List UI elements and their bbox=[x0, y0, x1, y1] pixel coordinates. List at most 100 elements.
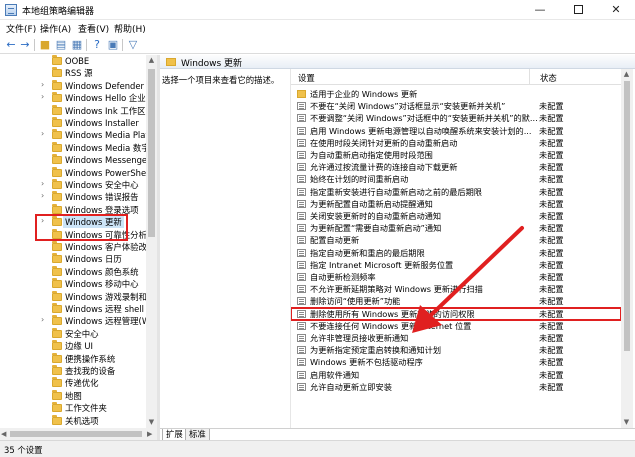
tree-item[interactable]: Windows 日历 bbox=[0, 253, 146, 265]
show-hide-icon[interactable]: ▣ bbox=[106, 38, 120, 52]
tree-item[interactable]: 查找我的设备 bbox=[0, 365, 146, 377]
setting-row[interactable]: 不要调整“关闭 Windows”对话框中的“安装更新并关机”的默... 未配置 bbox=[291, 112, 621, 124]
scroll-down-icon[interactable]: ▼ bbox=[621, 417, 632, 428]
pane-splitter[interactable] bbox=[157, 55, 160, 440]
setting-row[interactable]: 删除使用所有 Windows 更新功能的访问权限 未配置 bbox=[291, 306, 621, 321]
scroll-down-icon[interactable]: ▼ bbox=[146, 417, 157, 428]
tree-item[interactable]: Windows Ink 工作区 bbox=[0, 104, 146, 117]
setting-row[interactable]: 删除访问“使用更新”功能 未配置 bbox=[291, 295, 621, 307]
tree-item[interactable]: 传递优化 bbox=[0, 377, 146, 389]
tree-item[interactable]: › Windows Defender Sm bbox=[0, 79, 157, 92]
tree-item[interactable]: RSS 源 bbox=[0, 67, 146, 79]
scroll-right-icon[interactable]: ▶ bbox=[147, 428, 152, 440]
chevron-right-icon[interactable]: › bbox=[41, 80, 44, 89]
forward-arrow-icon[interactable]: → bbox=[18, 38, 32, 52]
chevron-right-icon[interactable]: › bbox=[41, 92, 44, 101]
scroll-up-icon[interactable]: ▲ bbox=[621, 69, 632, 80]
column-state[interactable]: 状态 bbox=[540, 72, 557, 84]
minimize-button[interactable]: — bbox=[521, 0, 559, 20]
setting-row[interactable]: Windows 更新不包括驱动程序 未配置 bbox=[291, 356, 621, 368]
policy-tree[interactable]: OOBE RSS 源 › Windows Defender Sm › Windows He… bbox=[0, 55, 157, 428]
setting-row[interactable]: 允许通过按流量计费的连接自动下载更新 未配置 bbox=[291, 161, 621, 173]
tree-item[interactable]: 便携操作系统 bbox=[0, 352, 146, 365]
tree-item[interactable]: Windows Messenger bbox=[0, 154, 151, 166]
tree-item[interactable]: Windows 远程 shell bbox=[0, 303, 146, 315]
tree-item[interactable]: 工作文件夹 bbox=[0, 402, 146, 414]
tree-item[interactable]: 安全中心 bbox=[0, 327, 146, 340]
setting-state: 未配置 bbox=[539, 308, 564, 319]
tree-item[interactable]: 地图 bbox=[0, 389, 146, 402]
column-setting[interactable]: 设置 bbox=[298, 72, 315, 84]
tree-item[interactable]: Windows Media 数字 bbox=[0, 141, 150, 154]
setting-state: 未配置 bbox=[539, 235, 564, 246]
tree-item[interactable]: Windows 客户体验改善 bbox=[0, 241, 155, 253]
setting-row[interactable]: 自动更新检测频率 未配置 bbox=[291, 271, 621, 283]
setting-row[interactable]: 不允许更新延期策略对 Windows 更新进行扫描 未配置 bbox=[291, 283, 621, 295]
tree-item[interactable]: › Windows 安全中心 bbox=[0, 179, 146, 191]
folder-icon bbox=[52, 315, 62, 326]
chevron-right-icon[interactable]: › bbox=[41, 129, 44, 138]
back-arrow-icon[interactable]: ← bbox=[4, 38, 18, 52]
setting-row[interactable]: 指定 Intranet Microsoft 更新服务位置 未配置 bbox=[291, 259, 621, 271]
tree-horizontal-scrollbar[interactable]: ◀ ▶ bbox=[0, 428, 157, 440]
scroll-up-icon[interactable]: ▲ bbox=[146, 55, 157, 66]
chevron-right-icon[interactable]: › bbox=[41, 315, 44, 324]
help-icon[interactable]: ? bbox=[90, 38, 104, 52]
setting-row[interactable]: 为更新配置自动重新启动提醒通知 未配置 bbox=[291, 198, 621, 210]
tree-item[interactable]: Windows 游戏录制和广 bbox=[0, 290, 155, 303]
setting-row[interactable]: 允许非管理员接收更新通知 未配置 bbox=[291, 332, 621, 344]
scrollbar-thumb[interactable] bbox=[148, 69, 155, 237]
menu-help[interactable]: 帮助(H) bbox=[114, 22, 146, 35]
setting-row[interactable]: 不要在“关闭 Windows”对话框显示“安装更新并关机” 未配置 bbox=[291, 100, 621, 112]
properties-icon[interactable]: ▦ bbox=[70, 38, 84, 52]
menu-action[interactable]: 操作(A) bbox=[40, 22, 71, 35]
setting-name: 启用 Windows 更新电源管理以自动唤醒系统来安装计划的... bbox=[310, 125, 532, 136]
tree-item[interactable]: Windows 移动中心 bbox=[0, 278, 146, 290]
tree-item[interactable]: Windows Installer bbox=[0, 117, 146, 129]
tree-item[interactable]: 边缘 UI bbox=[0, 340, 146, 352]
setting-row[interactable]: 指定重新安装进行自动重新启动之前的最后期限 未配置 bbox=[291, 186, 621, 198]
scroll-left-icon[interactable]: ◀ bbox=[1, 428, 6, 440]
setting-row[interactable]: 不要连接任何 Windows 更新 Internet 位置 未配置 bbox=[291, 320, 621, 332]
setting-row[interactable]: 适用于企业的 Windows 更新 bbox=[291, 88, 621, 100]
setting-row[interactable]: 启用 Windows 更新电源管理以自动唤醒系统来安装计划的... 未配置 bbox=[291, 125, 621, 137]
tree-item[interactable]: Windows 颜色系统 bbox=[0, 265, 146, 278]
setting-row[interactable]: 关闭安装更新时的自动重新启动通知 未配置 bbox=[291, 210, 621, 222]
setting-row[interactable]: 为更新指定预定重启转换和通知计划 未配置 bbox=[291, 344, 621, 356]
setting-row[interactable]: 为自动重新启动指定使用时段范围 未配置 bbox=[291, 149, 621, 161]
chevron-right-icon[interactable]: › bbox=[41, 179, 44, 188]
setting-row[interactable]: 为更新配置“需要自动重新启动”通知 未配置 bbox=[291, 222, 621, 234]
policy-setting-icon bbox=[297, 212, 306, 220]
column-header: 设置 状态 bbox=[291, 69, 621, 85]
tree-item[interactable]: 关机选项 bbox=[0, 414, 146, 427]
tree-item[interactable]: › Windows Media Playe bbox=[0, 129, 155, 141]
setting-row[interactable]: 启用软件通知 未配置 bbox=[291, 369, 621, 381]
setting-row[interactable]: 指定自动更新和重启的最后期限 未配置 bbox=[291, 247, 621, 259]
setting-row[interactable]: 始终在计划的时间重新启动 未配置 bbox=[291, 173, 621, 185]
tree-item-label: Windows 错误报告 bbox=[65, 192, 139, 203]
menu-file[interactable]: 文件(F) bbox=[6, 22, 36, 35]
tree-item[interactable]: › Windows Hello 企业版 bbox=[0, 92, 154, 104]
setting-row[interactable]: 在使用时段关闭针对更新的自动重新启动 未配置 bbox=[291, 137, 621, 149]
show-tree-icon[interactable]: ▤ bbox=[54, 38, 68, 52]
tree-item[interactable]: › Windows 远程管理(Wi bbox=[0, 315, 152, 327]
folder-up-icon[interactable]: ■ bbox=[38, 38, 52, 52]
scrollbar-thumb[interactable] bbox=[624, 81, 630, 351]
menu-view[interactable]: 查看(V) bbox=[78, 22, 109, 35]
tree-item[interactable]: Windows PowerShell bbox=[0, 166, 151, 179]
tree-item[interactable]: OOBE bbox=[0, 55, 146, 67]
chevron-right-icon[interactable]: › bbox=[41, 191, 44, 200]
close-button[interactable]: ✕ bbox=[597, 0, 635, 20]
list-vertical-scrollbar[interactable]: ▲ ▼ bbox=[621, 69, 633, 428]
policy-setting-icon bbox=[297, 273, 306, 281]
menu-bar: 文件(F) 操作(A) 查看(V) 帮助(H) bbox=[0, 20, 635, 36]
maximize-button[interactable] bbox=[559, 0, 597, 20]
column-separator[interactable] bbox=[529, 69, 530, 84]
scrollbar-thumb[interactable] bbox=[10, 431, 142, 437]
tree-item[interactable]: › Windows 错误报告 bbox=[0, 191, 146, 203]
filter-icon[interactable]: ▽ bbox=[126, 38, 140, 52]
setting-row[interactable]: 配置自动更新 未配置 bbox=[291, 234, 621, 246]
folder-icon bbox=[52, 203, 62, 214]
tree-vertical-scrollbar[interactable]: ▲ ▼ bbox=[146, 55, 157, 428]
setting-row[interactable]: 允许自动更新立即安装 未配置 bbox=[291, 381, 621, 393]
